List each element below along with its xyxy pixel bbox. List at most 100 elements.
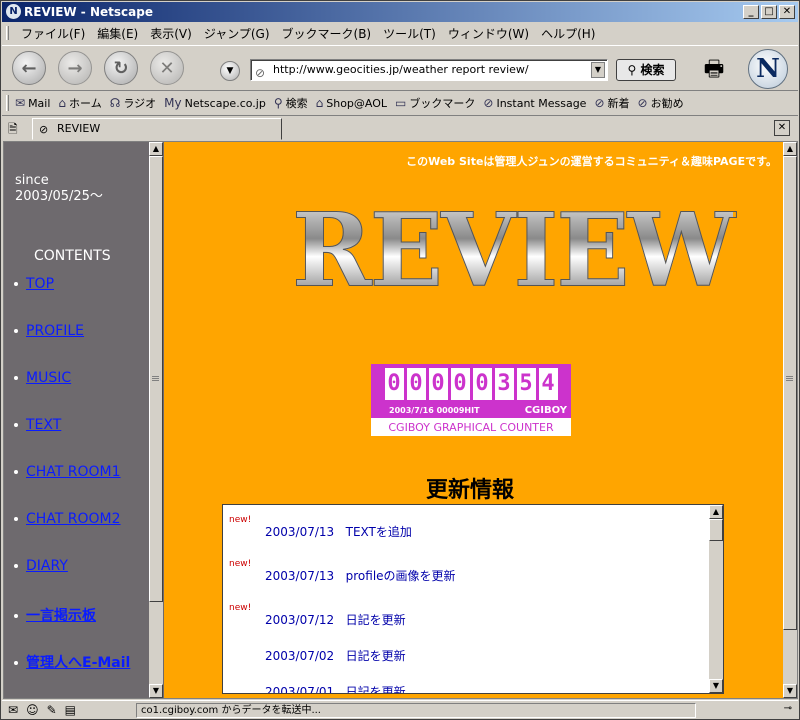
main-scroll-down-button[interactable]: ▼ [783,684,797,698]
sidebar-link[interactable]: TOP [26,276,54,292]
personal-toolbar-item[interactable]: ⌂ ホーム [58,95,101,111]
menu-window[interactable]: ウィンドウ(W) [442,25,535,42]
personal-toolbar-item[interactable]: My Netscape.co.jp [164,96,266,110]
scroll-down-button[interactable]: ▼ [149,684,163,698]
access-counter: 00000354 2003/7/16 00009HIT CGIBOY CGIBO… [371,364,571,436]
sidebar-link[interactable]: PROFILE [26,323,84,339]
counter-digit: 4 [538,368,558,400]
sidebar-nav: TOP PROFILE MUSIC TEXT CHAT ROOM1 CHAT ROOM2 D… [14,276,130,698]
stop-button[interactable]: ✕ [150,51,184,85]
scroll-thumb[interactable] [149,156,163,602]
counter-digits: 00000354 [371,364,571,404]
menu-edit[interactable]: 編集(E) [91,25,144,42]
update-text: 日記を更新 [345,613,406,627]
link-icon: ⊘ [637,96,648,110]
sidebar-link[interactable]: 一言掲示板 [26,608,96,624]
personal-toolbar-label: Netscape.co.jp [184,96,266,110]
updates-box: ▲ ▼ new! 2003/07/13 TEXTを追加 new! 2003/07/13… [222,504,724,694]
personal-toolbar-item[interactable]: ☊ ラジオ [110,95,156,111]
menu-go[interactable]: ジャンプ(G) [198,25,276,42]
sidebar-link[interactable]: MUSIC [26,370,71,386]
menu-view[interactable]: 表示(V) [144,25,198,42]
printer-icon: 🖶 [703,57,725,82]
personal-toolbar-grip[interactable] [6,95,9,111]
sidebar-link[interactable]: TEXT [26,417,61,433]
scroll-up-button[interactable]: ▲ [149,142,163,156]
bullet-icon [14,661,18,665]
menu-tools[interactable]: ツール(T) [377,25,442,42]
menu-bookmarks[interactable]: ブックマーク(B) [276,25,378,42]
url-history-dropdown[interactable]: ▼ [591,62,605,78]
link-icon: ⊘ [483,96,494,110]
personal-toolbar-item[interactable]: ⊘ Instant Message [483,96,586,110]
netscape-throbber-logo[interactable]: N [748,49,788,89]
forward-button[interactable]: → [58,51,92,85]
close-window-button[interactable]: ✕ [779,5,795,19]
since-block: since 2003/05/25～ [15,173,103,205]
tab-review[interactable]: ⊘ REVIEW [32,118,282,140]
sidebar-link[interactable]: CHAT ROOM1 [26,464,121,480]
menu-help[interactable]: ヘルプ(H) [535,25,601,42]
toolbar-grip[interactable] [6,26,9,40]
new-tab-icon[interactable]: 🗎 [8,120,24,136]
sidebar-item: 管理人へE-Mail [14,652,130,698]
update-date: 2003/07/13 [265,525,335,539]
url-dropdown-button[interactable]: ▼ [220,61,240,81]
updates-scroll-up[interactable]: ▲ [709,505,723,519]
personal-toolbar-item[interactable]: ⚲ 検索 [274,95,308,111]
counter-digit: 5 [516,368,536,400]
status-bar: ✉ ☺ ✎ ▤ co1.cgiboy.com からデータを転送中... ⊸ [2,700,798,719]
bullet-icon [14,282,18,286]
composer-icon[interactable]: ✎ [47,703,57,717]
title-bar[interactable]: N REVIEW - Netscape _ □ ✕ [2,2,798,22]
updates-scroll-thumb[interactable] [709,519,723,541]
sidebar-item: CHAT ROOM2 [14,511,130,558]
bullet-icon [14,470,18,474]
main-scrollbar[interactable]: ▲ ▼ [783,142,797,698]
sidebar-link[interactable]: CHAT ROOM2 [26,511,121,527]
personal-toolbar-label: ホーム [69,97,102,110]
mail-icon[interactable]: ✉ [8,703,18,717]
personal-toolbar-item[interactable]: ⊘ お勧め [638,95,684,111]
personal-toolbar-item[interactable]: ⊘ 新着 [594,95,629,111]
personal-toolbar-item[interactable]: ⌂ Shop@AOL [316,96,387,110]
main-scroll-up-button[interactable]: ▲ [783,142,797,156]
personal-toolbar-label: ブックマーク [409,97,476,110]
site-tagline: このWeb Siteは管理人ジュンの運営するコミュニティ＆趣味PAGEです。 [406,155,777,168]
search-button[interactable]: ⚲ 検索 [616,59,676,81]
minimize-button[interactable]: _ [743,5,759,19]
personal-toolbar-item[interactable]: ✉ Mail [15,96,50,110]
sidebar-frame: since 2003/05/25～ CONTENTS TOP PROFILE MUS… [4,142,164,698]
bullet-icon [14,614,18,618]
print-button[interactable]: 🖶 [700,52,728,82]
contents-heading: CONTENTS [34,248,111,264]
personal-toolbar: ✉ Mail ⌂ ホーム ☊ ラジオ My Netscape.co.jp ⚲ 検索 ⌂ Shop@AO… [2,92,798,114]
sidebar-link[interactable]: DIARY [26,558,68,574]
sidebar-item: PROFILE [14,323,130,370]
since-date: 2003/05/25～ [15,189,103,204]
main-scroll-thumb[interactable] [783,156,797,630]
sidebar-item: MUSIC [14,370,130,417]
back-button[interactable]: ← [12,51,46,85]
personal-toolbar-label: 検索 [285,97,308,110]
security-lock-icon[interactable]: ⊸ [784,703,792,714]
chevron-down-icon: ▼ [226,66,234,76]
updates-scrollbar[interactable]: ▲ ▼ [709,505,723,693]
aim-icon[interactable]: ☺ [26,703,39,717]
url-input[interactable]: ⊘ http://www.geocities.jp/weather report… [250,59,608,81]
maximize-button[interactable]: □ [761,5,777,19]
close-tab-button[interactable]: ✕ [774,120,790,136]
counter-label[interactable]: CGIBOY GRAPHICAL COUNTER [371,420,571,436]
address-book-icon[interactable]: ▤ [65,703,76,717]
sidebar-link[interactable]: 管理人へE-Mail [26,655,130,671]
reload-button[interactable]: ↻ [104,51,138,85]
personal-toolbar-label: お勧め [650,97,684,110]
bullet-icon [14,329,18,333]
menu-file[interactable]: ファイル(F) [15,25,91,42]
update-item: 2003/07/12 日記を更新 [265,611,406,628]
since-label: since [15,173,49,188]
updates-scroll-down[interactable]: ▼ [709,679,723,693]
sidebar-scrollbar[interactable]: ▲ ▼ [149,142,163,698]
update-date: 2003/07/12 [265,613,335,627]
personal-toolbar-item[interactable]: ▭ ブックマーク [395,95,475,111]
